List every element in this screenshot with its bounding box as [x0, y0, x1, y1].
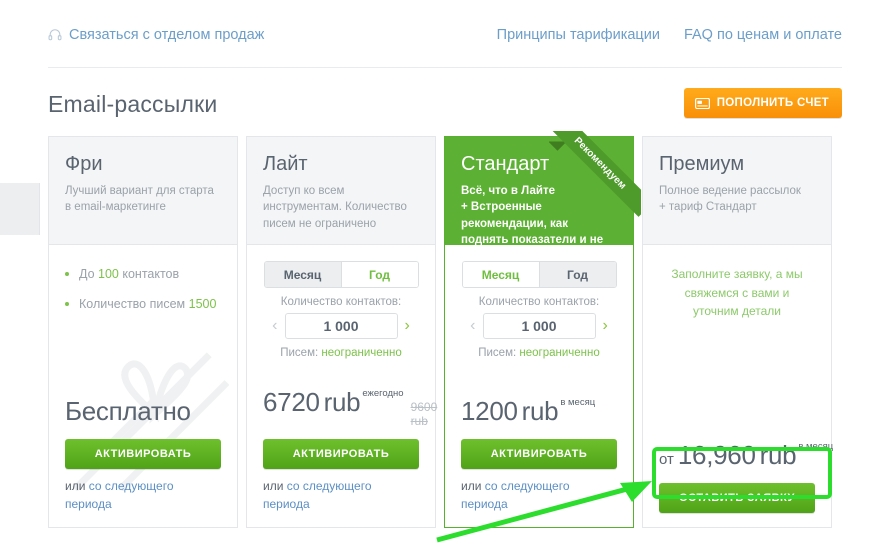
- next-period-line-light: или со следующего периода: [263, 478, 419, 513]
- period-toggle-light: Месяц Год: [263, 261, 419, 288]
- plan-body-light: Месяц Год Количество контактов: ‹ 1 000 …: [247, 245, 435, 387]
- stepper-decrement-icon[interactable]: ‹: [469, 318, 476, 334]
- plan-name-standard: Стандарт: [461, 153, 550, 175]
- contacts-input-standard[interactable]: 1 000: [482, 313, 596, 339]
- period-option-year-standard[interactable]: Год: [538, 262, 616, 287]
- credit-card-icon: [694, 97, 710, 109]
- or-prefix: или: [263, 479, 287, 494]
- price-amount: 6720: [263, 387, 320, 418]
- period-option-year-light[interactable]: Год: [340, 262, 418, 287]
- feature-value: 100: [98, 267, 119, 281]
- price-amount: Бесплатно: [65, 396, 191, 427]
- next-period-line-free: или со следующего периода: [65, 478, 221, 513]
- plan-description-light: Доступ ко всем инструментам. Количество …: [263, 185, 407, 230]
- limit-value: неограниченно: [321, 347, 402, 359]
- plan-body-standard: Месяц Год Количество контактов: ‹ 1 000 …: [445, 245, 633, 396]
- submit-request-button-premium[interactable]: ОСТАВИТЬ ЗАЯВКУ: [659, 483, 815, 513]
- price-currency: rub: [323, 387, 361, 418]
- feature-prefix: Количество писем: [79, 296, 189, 311]
- contact-sales-link[interactable]: Связаться с отделом продаж: [48, 27, 264, 43]
- price-amount: 16,960: [677, 440, 756, 470]
- price-old: 9600 rub: [410, 400, 438, 429]
- plan-description-premium: Полное ведение рассылок + тариф Стандарт: [659, 185, 801, 214]
- or-prefix: или: [65, 479, 89, 494]
- period-option-month-light[interactable]: Месяц: [264, 262, 341, 287]
- premium-note: Заполните заявку, а мы свяжемся с вами и…: [671, 267, 803, 319]
- letters-limit-light: Писем: неограниченно: [263, 347, 419, 359]
- plan-body-free: До 100 контактов Количество писем 1500: [49, 245, 237, 396]
- stepper-decrement-icon[interactable]: ‹: [271, 318, 278, 334]
- limit-prefix: Писем:: [280, 347, 322, 359]
- price-currency: rub: [759, 440, 797, 470]
- price-amount: 1200: [461, 396, 518, 427]
- topup-button-label: ПОПОЛНИТЬ СЧЕТ: [716, 97, 829, 109]
- plan-body-premium: Заполните заявку, а мы свяжемся с вами и…: [643, 245, 831, 440]
- price-period: в месяц: [560, 397, 596, 409]
- link-faq-pricing[interactable]: FAQ по ценам и оплате: [684, 27, 842, 43]
- page-title: Email-рассылки: [48, 91, 218, 117]
- price-currency: rub: [521, 396, 559, 427]
- contacts-input-light[interactable]: 1 000: [284, 313, 398, 339]
- headset-icon: [48, 28, 62, 42]
- feature-prefix: До: [79, 267, 99, 281]
- list-item: Количество писем 1500: [65, 295, 221, 314]
- plan-name-free: Фри: [65, 153, 103, 175]
- limit-value: неограниченно: [519, 347, 600, 359]
- topup-account-button[interactable]: ПОПОЛНИТЬ СЧЕТ: [683, 88, 842, 118]
- plan-card-light: Лайт Доступ ко всем инструментам. Количе…: [246, 136, 437, 528]
- plan-header-premium: Премиум Полное ведение рассылок + тариф …: [643, 137, 831, 245]
- plan-header-light: Лайт Доступ ко всем инструментам. Количе…: [247, 137, 435, 245]
- top-bar: Связаться с отделом продаж Принципы тари…: [0, 0, 890, 68]
- contacts-stepper-standard: ‹ 1 000 ›: [461, 313, 617, 339]
- plan-description-free: Лучший вариант для старта в email-маркет…: [65, 185, 214, 214]
- contacts-label-light: Количество контактов:: [280, 296, 402, 308]
- letters-limit-standard: Писем: неограниченно: [461, 347, 617, 359]
- contact-sales-label: Связаться с отделом продаж: [69, 27, 265, 43]
- price-period: в месяц: [798, 441, 834, 452]
- price-free: Бесплатно: [65, 396, 221, 428]
- plan-name-light: Лайт: [263, 153, 308, 175]
- feature-value: 1500: [188, 296, 217, 311]
- stepper-increment-icon[interactable]: ›: [602, 318, 609, 334]
- period-option-month-standard[interactable]: Месяц: [462, 262, 539, 287]
- plan-header-standard: Стандарт Всё, что в Лайте + Встроенные р…: [445, 137, 633, 262]
- next-period-line-standard: или со следующего периода: [461, 478, 617, 513]
- plan-card-premium: Премиум Полное ведение рассылок + тариф …: [642, 136, 833, 528]
- stepper-increment-icon[interactable]: ›: [404, 318, 411, 334]
- plan-footer-light: 6720 rub ежегодно 9600 rub АКТИВИРОВАТЬ …: [247, 387, 437, 527]
- plan-footer-standard: 1200 rub в месяц АКТИВИРОВАТЬ или со сле…: [445, 396, 633, 527]
- activate-button-free[interactable]: АКТИВИРОВАТЬ: [65, 439, 221, 470]
- price-period: ежегодно: [362, 388, 404, 400]
- plan-footer-premium: от 16,960 rub в месяц ОСТАВИТЬ ЗАЯВКУ: [643, 440, 833, 527]
- feature-suffix: контактов: [118, 267, 180, 281]
- plan-footer-free: Бесплатно АКТИВИРОВАТЬ или со следующего…: [49, 396, 237, 527]
- price-standard: 1200 rub в месяц: [461, 396, 617, 428]
- plan-card-free: Фри Лучший вариант для старта в email-ма…: [48, 136, 238, 528]
- price-prefix: от: [659, 451, 674, 468]
- period-toggle-standard: Месяц Год: [461, 261, 617, 288]
- price-premium: от 16,960 rub в месяц: [659, 440, 833, 472]
- plans-grid: Фри Лучший вариант для старта в email-ма…: [48, 131, 842, 528]
- page-root: Связаться с отделом продаж Принципы тари…: [0, 0, 890, 556]
- plan-name-premium: Премиум: [659, 153, 745, 175]
- plan-header-free: Фри Лучший вариант для старта в email-ма…: [49, 137, 237, 245]
- plan-card-standard: Стандарт Всё, что в Лайте + Встроенные р…: [444, 131, 641, 528]
- left-edge-panel: [0, 183, 40, 235]
- topbar-divider: [48, 67, 842, 68]
- list-item: До 100 контактов: [65, 265, 221, 284]
- price-light: 6720 rub ежегодно 9600 rub: [263, 387, 437, 428]
- activate-button-light[interactable]: АКТИВИРОВАТЬ: [263, 439, 419, 470]
- activate-button-standard[interactable]: АКТИВИРОВАТЬ: [461, 439, 617, 470]
- contacts-stepper-light: ‹ 1 000 ›: [263, 313, 419, 339]
- contacts-label-standard: Количество контактов:: [478, 296, 600, 308]
- feature-list-free: До 100 контактов Количество писем 1500: [65, 265, 221, 314]
- link-pricing-principles[interactable]: Принципы тарификации: [497, 27, 660, 43]
- top-links: Принципы тарификации FAQ по ценам и опла…: [497, 27, 842, 43]
- page-header: Email-рассылки ПОПОЛНИТЬ СЧЕТ: [48, 88, 842, 124]
- or-prefix: или: [461, 479, 485, 494]
- limit-prefix: Писем:: [478, 347, 520, 359]
